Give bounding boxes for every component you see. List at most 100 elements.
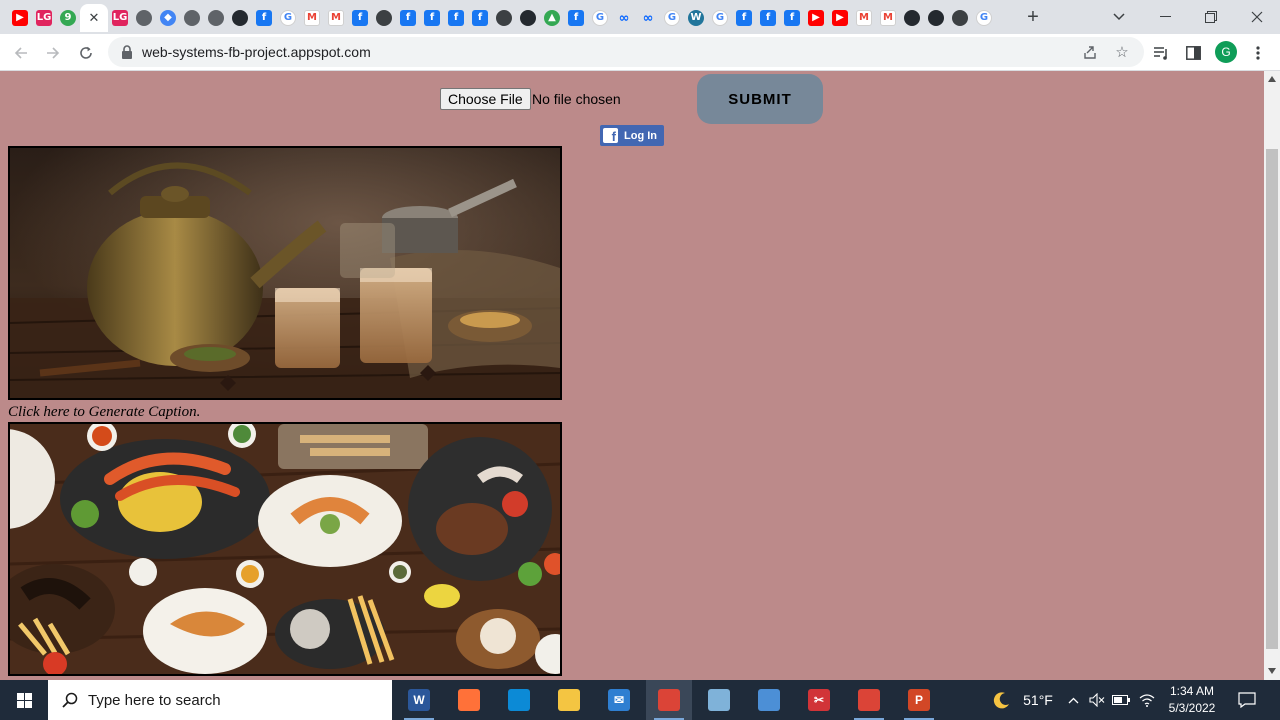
scroll-up-arrow-icon[interactable] <box>1268 76 1276 82</box>
browser-tab[interactable]: f <box>420 4 444 32</box>
taskbar-app[interactable] <box>546 680 592 720</box>
browser-tab[interactable]: ∞ <box>636 4 660 32</box>
speaker-muted-icon[interactable] <box>1086 680 1108 720</box>
notification-center-icon[interactable] <box>1234 680 1260 720</box>
taskbar-app[interactable] <box>746 680 792 720</box>
browser-tab[interactable] <box>132 4 156 32</box>
taskbar-app[interactable]: P <box>896 680 942 720</box>
browser-tab[interactable] <box>948 4 972 32</box>
tea-photo[interactable] <box>8 146 562 400</box>
generate-caption-link[interactable]: Click here to Generate Caption. <box>8 404 200 421</box>
weather-moon-icon[interactable] <box>990 680 1014 720</box>
browser-tab[interactable] <box>180 4 204 32</box>
browser-tab[interactable] <box>228 4 252 32</box>
submit-button[interactable]: SUBMIT <box>697 74 823 124</box>
taskbar-search-placeholder[interactable]: Type here to search <box>88 692 221 709</box>
tab-current[interactable]: ✕ <box>80 4 108 32</box>
browser-tab[interactable]: G <box>588 4 612 32</box>
browser-tab[interactable] <box>900 4 924 32</box>
address-bar[interactable]: web-systems-fb-project.appspot.com ☆ <box>108 37 1144 67</box>
browser-tab[interactable]: f <box>780 4 804 32</box>
browser-tab[interactable]: M <box>324 4 348 32</box>
taskbar-app[interactable] <box>696 680 742 720</box>
browser-tab[interactable]: ▶ <box>804 4 828 32</box>
taskbar-app[interactable] <box>846 680 892 720</box>
taskbar-search-box[interactable]: Type here to search <box>48 680 392 720</box>
wifi-icon[interactable] <box>1136 680 1158 720</box>
browser-tab[interactable]: f <box>564 4 588 32</box>
tab-list: ▶ LG 9 ✕ LG ◆ f G M Mf f f f f ▲ f G ∞ ∞ G W Gf f f ▶ ▶ M M G <box>8 4 996 32</box>
battery-icon[interactable] <box>1110 680 1132 720</box>
url-text[interactable]: web-systems-fb-project.appspot.com <box>142 44 371 60</box>
browser-tab[interactable]: ∞ <box>612 4 636 32</box>
food-photo[interactable] <box>8 422 562 676</box>
scrollbar-thumb[interactable] <box>1266 149 1278 649</box>
tab-search-chevron-icon[interactable] <box>1096 0 1142 34</box>
forward-button[interactable] <box>40 40 66 66</box>
browser-tab[interactable]: f <box>348 4 372 32</box>
browser-tab[interactable]: ◆ <box>156 4 180 32</box>
browser-tab[interactable] <box>204 4 228 32</box>
show-hidden-icons-chevron-icon[interactable] <box>1064 680 1082 720</box>
browser-tab[interactable]: W <box>684 4 708 32</box>
scroll-down-arrow-icon[interactable] <box>1268 668 1276 674</box>
share-icon[interactable] <box>1079 41 1101 63</box>
gmail-icon: M <box>304 10 320 26</box>
browser-tab[interactable]: f <box>444 4 468 32</box>
browser-tab[interactable] <box>516 4 540 32</box>
side-panel-icon[interactable] <box>1181 41 1205 65</box>
bookmark-star-icon[interactable]: ☆ <box>1111 41 1133 63</box>
gmail-icon: M <box>880 10 896 26</box>
browser-tab[interactable]: f <box>732 4 756 32</box>
taskbar-app[interactable] <box>496 680 542 720</box>
facebook-icon: f <box>568 10 584 26</box>
browser-tab[interactable]: 9 <box>56 4 80 32</box>
taskbar-app[interactable]: ✂ <box>796 680 842 720</box>
reload-button[interactable] <box>73 40 99 66</box>
browser-tab[interactable]: G <box>972 4 996 32</box>
current-tab-close-icon[interactable]: ✕ <box>89 10 100 26</box>
new-tab-button[interactable]: + <box>1022 6 1044 28</box>
browser-tab[interactable] <box>372 4 396 32</box>
start-button[interactable] <box>0 680 48 720</box>
page-scrollbar[interactable] <box>1264 71 1280 680</box>
profile-avatar[interactable]: G <box>1215 41 1237 63</box>
choose-file-button[interactable]: Choose File <box>440 88 531 110</box>
browser-tab[interactable]: f <box>396 4 420 32</box>
browser-tab[interactable]: f <box>468 4 492 32</box>
browser-tab[interactable]: G <box>660 4 684 32</box>
youtube-icon: ▶ <box>808 10 824 26</box>
green-circle-icon: 9 <box>60 10 76 26</box>
facebook-icon: f <box>760 10 776 26</box>
taskbar-app[interactable] <box>646 680 692 720</box>
browser-tab[interactable]: M <box>852 4 876 32</box>
browser-tab[interactable] <box>492 4 516 32</box>
browser-tab[interactable]: f <box>252 4 276 32</box>
weather-temperature[interactable]: 51°F <box>1018 680 1058 720</box>
taskbar-clock[interactable]: 1:34 AM 5/3/2022 <box>1160 683 1224 717</box>
taskbar-app[interactable]: ✉ <box>596 680 642 720</box>
browser-tab[interactable]: LG <box>32 4 56 32</box>
taskbar-app[interactable] <box>446 680 492 720</box>
reading-list-icon[interactable] <box>1149 41 1173 65</box>
taskbar-app[interactable]: W <box>396 680 442 720</box>
close-window-button[interactable] <box>1234 0 1280 34</box>
back-button[interactable] <box>8 40 34 66</box>
restore-button[interactable] <box>1188 0 1234 34</box>
browser-tab[interactable]: ▶ <box>8 4 32 32</box>
browser-tab[interactable]: G <box>276 4 300 32</box>
file-explorer-icon <box>558 689 580 711</box>
browser-tab[interactable]: f <box>756 4 780 32</box>
lock-icon[interactable] <box>120 44 134 60</box>
browser-tab[interactable]: G <box>708 4 732 32</box>
browser-tab[interactable] <box>924 4 948 32</box>
browser-tab[interactable]: M <box>876 4 900 32</box>
browser-tab[interactable]: ▶ <box>828 4 852 32</box>
facebook-login-button[interactable]: f Log In <box>600 125 664 146</box>
browser-tab[interactable]: LG <box>108 4 132 32</box>
browser-tab[interactable]: M <box>300 4 324 32</box>
mail-icon: ✉ <box>608 689 630 711</box>
minimize-button[interactable] <box>1142 0 1188 34</box>
browser-menu-icon[interactable] <box>1246 41 1270 65</box>
browser-tab[interactable]: ▲ <box>540 4 564 32</box>
